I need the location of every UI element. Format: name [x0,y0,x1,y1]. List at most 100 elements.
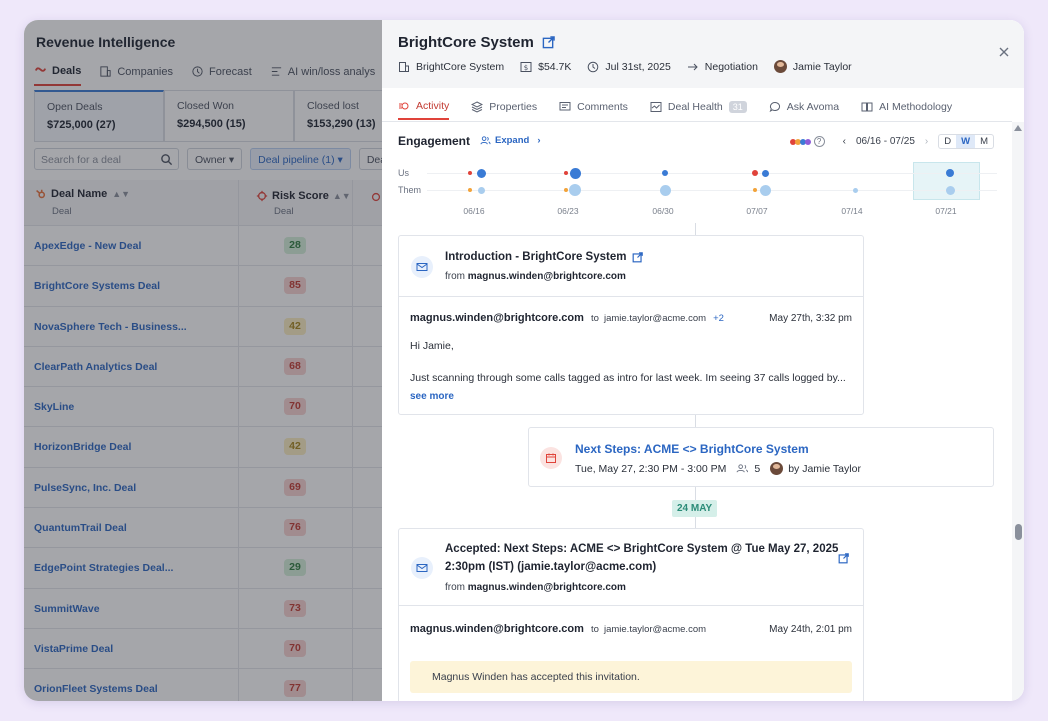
table-row[interactable]: PulseSync, Inc. Deal 69 [24,468,382,509]
table-row[interactable]: NovaSphere Tech - Business... 42 [24,307,382,347]
table-row[interactable]: BrightCore Systems Deal 85 [24,266,382,307]
risk-score-badge: 42 [284,438,306,456]
view-month[interactable]: M [975,135,993,148]
deal-name-link[interactable]: OrionFleet Systems Deal [34,683,158,695]
deal-name-link[interactable]: EdgePoint Strategies Deal... [34,562,173,574]
table-row[interactable]: SkyLine 70 [24,387,382,428]
engagement-dot[interactable] [569,167,581,179]
divider [399,296,863,297]
email-card[interactable]: Accepted: Next Steps: ACME <> BrightCore… [398,528,864,701]
tab-ai-methodology[interactable]: AI Methodology [861,100,952,120]
help-icon[interactable]: ? [813,136,825,147]
engagement-dot[interactable] [564,188,568,192]
tab-properties[interactable]: Properties [471,100,537,120]
col-deal-name[interactable]: Deal Name ▲▼ Deal [34,188,130,217]
activity-icon [399,102,409,110]
email-title[interactable]: Introduction - BrightCore System [445,251,626,263]
more-filter[interactable]: Dea [358,148,382,170]
table-row[interactable]: ClearPath Analytics Deal 68 [24,347,382,388]
engagement-dot[interactable] [852,187,858,193]
table-row[interactable]: SummitWave 73 [24,589,382,629]
granularity-toggle: D W M [938,134,994,149]
tab-activity[interactable]: Activity [398,100,450,120]
current-week-highlight [913,162,980,200]
deal-name-link[interactable]: ClearPath Analytics Deal [34,361,157,373]
tab-forecast[interactable]: Forecast [191,64,252,86]
deal-name-link[interactable]: QuantumTrail Deal [34,522,127,534]
deal-name-link[interactable]: SkyLine [34,401,74,413]
more-recipients[interactable]: +2 [713,313,724,324]
expand-button[interactable]: Expand › [480,135,540,146]
see-more-link[interactable]: see more [410,391,454,402]
engagement-dot[interactable] [761,169,769,177]
next-range-icon[interactable]: › [925,136,928,147]
meeting-card[interactable]: Next Steps: ACME <> BrightCore System Tu… [528,427,994,487]
close-icon[interactable] [998,46,1010,58]
engagement-dot[interactable] [564,171,568,175]
engagement-dot[interactable] [476,168,486,178]
table-row[interactable]: EdgePoint Strategies Deal... 29 [24,548,382,589]
mail-icon [416,564,428,572]
scroll-thumb[interactable] [1015,524,1022,540]
risk-score-badge: 42 [284,317,306,335]
sort-icon[interactable]: ▲▼ [112,189,130,199]
table-row[interactable]: OrionFleet Systems Deal 77 [24,669,382,701]
tab-deals[interactable]: Deals [34,64,82,86]
meta-amount: $ $54.7K [520,61,571,73]
deal-search-input[interactable]: Search for a deal [34,148,179,170]
deal-name-link[interactable]: BrightCore Systems Deal [34,280,160,292]
engagement-dot[interactable] [477,186,485,194]
risk-score-badge: 70 [284,398,306,416]
external-link-icon[interactable] [838,553,849,564]
deal-name-link[interactable]: PulseSync, Inc. Deal [34,482,136,494]
deal-name-link[interactable]: NovaSphere Tech - Business... [34,321,187,333]
arrow-right-icon [687,63,698,70]
view-week[interactable]: W [956,135,976,148]
avatar [770,462,784,475]
engagement-dot[interactable] [659,184,671,196]
deal-name-link[interactable]: HorizonBridge Deal [34,441,131,453]
engagement-dot[interactable] [752,170,758,176]
tab-ai-analysis[interactable]: AI win/loss analys [270,64,375,86]
email-title-line1[interactable]: Accepted: Next Steps: ACME <> BrightCore… [445,543,838,555]
engagement-dot[interactable] [945,185,955,195]
tab-companies[interactable]: Companies [99,64,173,86]
engagement-dot[interactable] [946,169,954,177]
table-row[interactable]: HorizonBridge Deal 42 [24,427,382,468]
panel-scrollbar[interactable] [1012,122,1024,701]
email-title-line2[interactable]: 2:30pm (IST) (jamie.taylor@acme.com) [445,561,656,573]
stat-closed-won[interactable]: Closed Won $294,500 (15) [164,90,294,142]
deal-name-link[interactable]: SummitWave [34,603,100,615]
stat-closed-lost[interactable]: Closed lost $153,290 (13) [294,90,382,142]
engagement-dot[interactable] [753,188,757,192]
col-risk-score[interactable]: Risk Score ▲▼ Deal [256,190,351,217]
engagement-dot[interactable] [569,184,581,196]
external-link-icon[interactable] [542,36,555,49]
tab-ask-avoma[interactable]: Ask Avoma [769,100,839,120]
stat-open-deals[interactable]: Open Deals $725,000 (27) [34,90,164,142]
deal-name-link[interactable]: ApexEdge - New Deal [34,240,141,252]
tab-comments[interactable]: Comments [559,100,628,120]
engagement-dot[interactable] [468,171,472,175]
engagement-dot[interactable] [662,170,668,176]
owner-filter[interactable]: Owner ▾ [187,148,243,170]
hubspot-icon [36,189,46,199]
table-header: Deal Name ▲▼ Deal Risk Score ▲▼ Deal [24,180,382,226]
view-day[interactable]: D [939,135,956,148]
deal-name-link[interactable]: VistaPrime Deal [34,643,113,655]
pipeline-filter[interactable]: Deal pipeline (1) ▾ [250,148,351,170]
prev-range-icon[interactable]: ‹ [843,136,846,147]
engagement-dot[interactable] [759,184,771,196]
tab-deal-health[interactable]: Deal Health 31 [650,100,747,120]
scroll-up-icon[interactable] [1014,125,1022,131]
meeting-title[interactable]: Next Steps: ACME <> BrightCore System [575,442,809,456]
table-row[interactable]: QuantumTrail Deal 76 [24,508,382,549]
table-row[interactable]: ApexEdge - New Deal 28 [24,226,382,267]
risk-score-badge: 73 [284,599,306,617]
sort-icon[interactable]: ▲▼ [333,191,351,201]
external-link-icon[interactable] [632,251,644,263]
table-row[interactable]: VistaPrime Deal 70 [24,629,382,670]
email-card[interactable]: Introduction - BrightCore System from ma… [398,235,864,415]
companies-icon [100,66,111,77]
engagement-dot[interactable] [468,188,472,192]
